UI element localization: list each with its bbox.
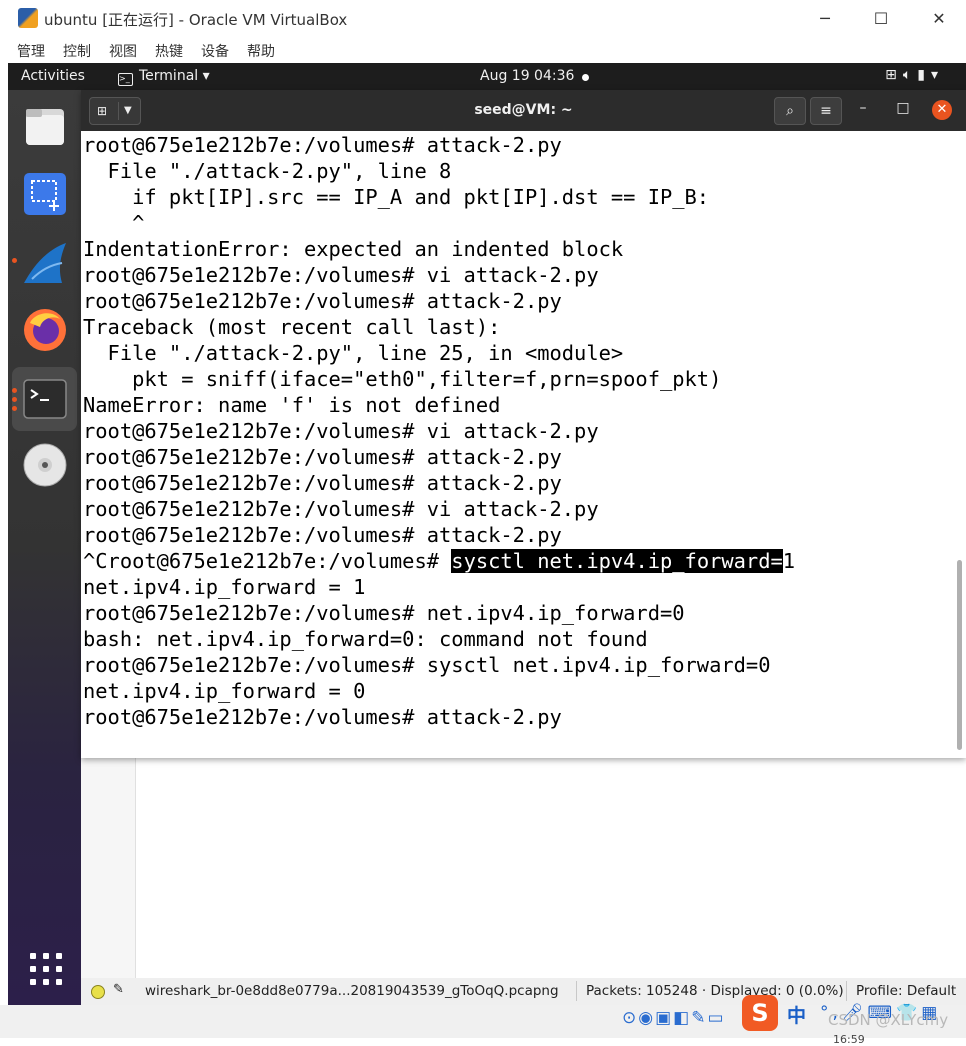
capture-comment-icon[interactable]: ✎: [113, 982, 124, 997]
ime-language-toggle[interactable]: 中: [787, 1001, 806, 1028]
terminal-line: net.ipv4.ip_forward = 0: [83, 679, 366, 703]
menu-button[interactable]: ≡: [810, 97, 842, 125]
terminal-line: bash: net.ipv4.ip_forward=0: command not…: [83, 627, 648, 651]
terminal-line: if pkt[IP].src == IP_A and pkt[IP].dst =…: [83, 185, 710, 209]
activities-button[interactable]: Activities: [21, 68, 85, 84]
volume-icon: 🔈︎: [902, 67, 918, 83]
notification-dot-icon: [582, 74, 589, 81]
status-divider: [846, 981, 847, 1001]
app-menu[interactable]: >_ Terminal ▾: [118, 68, 210, 86]
close-button[interactable]: ✕: [916, 6, 962, 32]
terminal-scrollbar[interactable]: [957, 560, 962, 750]
show-applications-icon[interactable]: [30, 953, 62, 985]
hamburger-menu-icon: ≡: [820, 103, 832, 119]
vbox-titlebar: ubuntu [正在运行] - Oracle VM VirtualBox ─ ☐…: [0, 0, 966, 38]
terminal-line: File "./attack-2.py", line 25, in <modul…: [83, 341, 624, 365]
menu-view[interactable]: 视图: [109, 41, 137, 61]
terminal-line: ^: [83, 211, 145, 235]
terminal-line: root@675e1e212b7e:/volumes# net.ipv4.ip_…: [83, 601, 685, 625]
terminal-line: root@675e1e212b7e:/volumes# vi attack-2.…: [83, 497, 599, 521]
csdn-watermark: CSDN @XLYcmy: [828, 1011, 949, 1029]
terminal-close-button[interactable]: ✕: [932, 100, 952, 120]
wireshark-window-background: [81, 758, 966, 978]
dvd-icon[interactable]: [22, 442, 68, 488]
menu-help[interactable]: 帮助: [247, 41, 275, 61]
battery-icon: ▮: [917, 67, 931, 83]
dock: [8, 90, 81, 1005]
menu-manage[interactable]: 管理: [17, 41, 45, 61]
vbox-device-icons[interactable]: ⊙◉▣◧✎▭: [622, 1008, 726, 1028]
terminal-line: File "./attack-2.py", line 8: [83, 159, 452, 183]
terminal-output[interactable]: root@675e1e212b7e:/volumes# attack-2.py …: [83, 132, 953, 752]
terminal-line: IndentationError: expected an indented b…: [83, 237, 624, 261]
files-icon[interactable]: [22, 103, 68, 149]
guest-screen: Activities >_ Terminal ▾ Aug 19 04:36 ⊞🔈︎…: [8, 63, 966, 1005]
running-indicator-icon: [12, 406, 17, 411]
power-menu-icon: ▾: [930, 67, 944, 83]
expert-info-icon[interactable]: [91, 985, 105, 999]
gnome-top-bar: Activities >_ Terminal ▾ Aug 19 04:36 ⊞🔈︎…: [8, 63, 966, 90]
terminal-window[interactable]: ⊞ ▼ seed@VM: ~ ⌕ ≡ – □ ✕ root@675e1e212b…: [81, 90, 966, 758]
screenshot-icon[interactable]: [22, 171, 68, 217]
virtualbox-logo-icon: [18, 8, 38, 28]
profile-label[interactable]: Profile: Default: [856, 983, 956, 999]
terminal-line: root@675e1e212b7e:/volumes# vi attack-2.…: [83, 263, 599, 287]
terminal-line: root@675e1e212b7e:/volumes# attack-2.py: [83, 705, 562, 729]
terminal-line: root@675e1e212b7e:/volumes# attack-2.py: [83, 289, 562, 313]
system-tray[interactable]: ⊞🔈︎▮▾: [885, 67, 944, 83]
terminal-line: root@675e1e212b7e:/volumes# sysctl net.i…: [83, 653, 771, 677]
terminal-maximize-button[interactable]: □: [893, 100, 913, 116]
menu-hotkeys[interactable]: 热键: [155, 41, 183, 61]
vbox-statusbar: ⊙◉▣◧✎▭ S 中 °,🎤︎⌨👕▦ CSDN @XLYcmy 16:59: [0, 995, 966, 1046]
app-menu-label: Terminal ▾: [139, 68, 210, 84]
terminal-line: pkt = sniff(iface="eth0",filter=f,prn=sp…: [83, 367, 722, 391]
terminal-minimize-button[interactable]: –: [853, 100, 873, 116]
terminal-line: root@675e1e212b7e:/volumes# attack-2.py: [83, 523, 562, 547]
window-title: ubuntu [正在运行] - Oracle VM VirtualBox: [44, 11, 348, 29]
terminal-line: root@675e1e212b7e:/volumes# attack-2.py: [83, 133, 562, 157]
firefox-icon[interactable]: [22, 307, 68, 353]
running-indicator-icon: [12, 397, 17, 402]
terminal-line: root@675e1e212b7e:/volumes# vi attack-2.…: [83, 419, 599, 443]
capture-filename: wireshark_br-0e8dd8e0779a...20819043539_…: [145, 983, 559, 999]
wireshark-pane-gutter: [81, 758, 136, 978]
selection-prefix: ^Croot@675e1e212b7e:/volumes#: [83, 549, 452, 573]
minimize-button[interactable]: ─: [802, 6, 848, 32]
terminal-icon[interactable]: [22, 376, 68, 422]
terminal-small-icon: >_: [118, 73, 133, 86]
sogou-ime-icon[interactable]: S: [742, 995, 778, 1031]
terminal-line: root@675e1e212b7e:/volumes# attack-2.py: [83, 445, 562, 469]
network-icon: ⊞: [885, 67, 903, 83]
running-indicator-icon: [12, 388, 17, 393]
search-icon: ⌕: [786, 103, 794, 119]
search-button[interactable]: ⌕: [774, 97, 806, 125]
terminal-line: Traceback (most recent call last):: [83, 315, 501, 339]
running-indicator-icon: [12, 258, 17, 263]
maximize-button[interactable]: ☐: [858, 6, 904, 32]
terminal-line: root@675e1e212b7e:/volumes# attack-2.py: [83, 471, 562, 495]
terminal-headerbar: ⊞ ▼ seed@VM: ~ ⌕ ≡ – □ ✕: [81, 90, 966, 131]
host-clock: 16:59: [833, 1033, 865, 1046]
wireshark-statusbar: ✎ wireshark_br-0e8dd8e0779a...2081904353…: [81, 978, 966, 1005]
terminal-line-with-selection: ^Croot@675e1e212b7e:/volumes# sysctl net…: [83, 548, 953, 574]
terminal-line: net.ipv4.ip_forward = 1: [83, 575, 366, 599]
packet-count: Packets: 105248 · Displayed: 0 (0.0%): [586, 983, 844, 999]
selection-suffix: 1: [782, 549, 796, 573]
terminal-line: NameError: name 'f' is not defined: [83, 393, 501, 417]
status-divider: [576, 981, 577, 1001]
vbox-menubar: 管理 控制 视图 热键 设备 帮助: [0, 38, 966, 62]
menu-devices[interactable]: 设备: [201, 41, 229, 61]
wireshark-icon[interactable]: [22, 239, 68, 285]
clock[interactable]: Aug 19 04:36: [480, 68, 574, 84]
menu-control[interactable]: 控制: [63, 41, 91, 61]
selected-text[interactable]: sysctl net.ipv4.ip_forward=: [451, 549, 783, 573]
